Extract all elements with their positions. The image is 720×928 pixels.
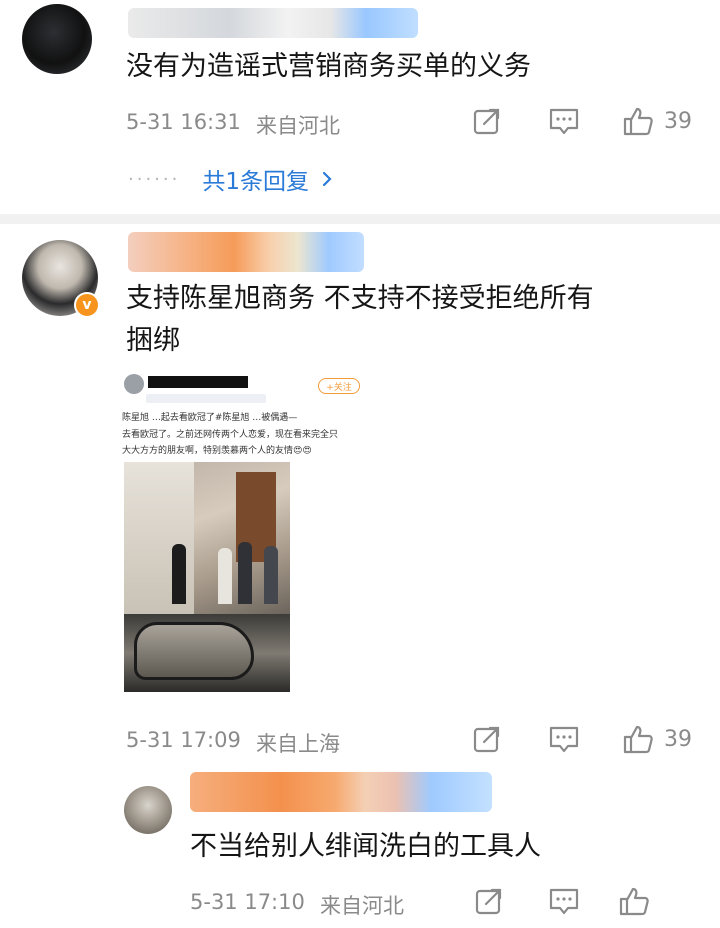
share-button[interactable] bbox=[472, 724, 502, 754]
comment-location: 来自河北 bbox=[256, 114, 340, 138]
like-button[interactable] bbox=[618, 886, 650, 916]
share-icon bbox=[473, 108, 500, 135]
reply-button[interactable] bbox=[548, 724, 580, 754]
username-redacted[interactable] bbox=[128, 232, 364, 272]
like-button[interactable]: 39 bbox=[622, 724, 692, 754]
like-icon bbox=[623, 725, 653, 754]
embed-street-photo bbox=[124, 462, 290, 614]
reply-text: 不当给别人绯闻洗白的工具人 bbox=[190, 831, 541, 862]
like-icon bbox=[619, 887, 649, 916]
embed-avatar bbox=[124, 374, 144, 394]
comment-text-line1: 支持陈星旭商务 不支持不接受拒绝所有 bbox=[126, 283, 594, 314]
comment-icon bbox=[549, 726, 579, 753]
share-icon bbox=[473, 726, 500, 753]
username-redacted[interactable] bbox=[190, 772, 492, 812]
comment-divider bbox=[0, 214, 720, 224]
comment-text: 没有为造谣式营销商务买单的义务 bbox=[126, 51, 531, 82]
verified-badge: v bbox=[74, 292, 100, 318]
view-replies-link[interactable]: ······ 共1条回复 bbox=[128, 162, 337, 196]
reply-button[interactable] bbox=[548, 106, 580, 136]
reply-button[interactable] bbox=[548, 886, 580, 916]
replies-dots: ······ bbox=[128, 168, 181, 190]
comment-icon bbox=[549, 888, 579, 915]
embed-body-line2: 大大方方的朋友啊，特别羡慕两个人的友情😍😍 bbox=[122, 446, 312, 456]
comment-location: 来自上海 bbox=[256, 732, 340, 756]
like-button[interactable]: 39 bbox=[622, 106, 692, 136]
embed-name-redacted bbox=[148, 376, 248, 388]
embed-reply-line: 陈星旭 …起去看欧冠了#陈星旭 …被偶遇— bbox=[122, 413, 298, 423]
embed-body-line1: 去看欧冠了。之前还网传两个人恋爱，现在看来完全只 bbox=[122, 430, 339, 440]
comment-time: 5-31 17:09 bbox=[126, 728, 241, 752]
avatar[interactable] bbox=[124, 786, 172, 834]
comment-time: 5-31 16:31 bbox=[126, 110, 241, 134]
share-button[interactable] bbox=[472, 106, 502, 136]
embed-car-mirror-photo bbox=[124, 614, 290, 692]
like-count: 39 bbox=[664, 726, 692, 752]
embed-follow-button: +关注 bbox=[318, 378, 360, 394]
comment-icon bbox=[549, 108, 579, 135]
replies-count-label: 共1条回复 bbox=[202, 169, 309, 195]
reply-time: 5-31 17:10 bbox=[190, 890, 305, 914]
share-button[interactable] bbox=[474, 886, 504, 916]
reply-location: 来自河北 bbox=[320, 894, 404, 918]
comment-text-line2: 捆绑 bbox=[126, 325, 180, 356]
share-icon bbox=[475, 888, 502, 915]
username-redacted[interactable] bbox=[128, 8, 418, 38]
avatar[interactable] bbox=[22, 4, 92, 74]
chevron-right-icon bbox=[322, 171, 332, 187]
like-count: 39 bbox=[664, 108, 692, 134]
like-icon bbox=[623, 107, 653, 136]
attached-image[interactable]: +关注 陈星旭 …起去看欧冠了#陈星旭 …被偶遇— 去看欧冠了。之前还网传两个人… bbox=[122, 372, 376, 692]
embed-topic-tag bbox=[146, 394, 266, 403]
